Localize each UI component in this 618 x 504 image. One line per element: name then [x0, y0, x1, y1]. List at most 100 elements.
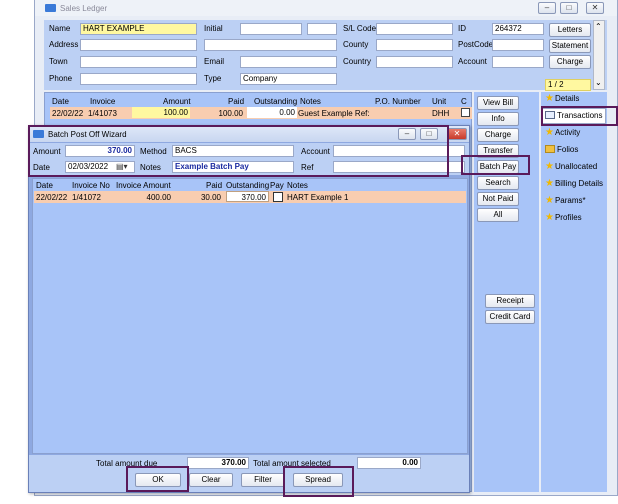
credit-card-button[interactable]: Credit Card: [485, 310, 535, 324]
postcode-field[interactable]: [492, 39, 544, 51]
wiz-col-notes: Notes: [287, 181, 308, 190]
folder-icon: [545, 145, 555, 153]
ledger-title: Sales Ledger: [60, 4, 108, 13]
col-po-number: P.O. Number: [375, 97, 421, 106]
postcode-label: PostCode: [458, 40, 494, 49]
row-unit: DHH: [432, 109, 450, 118]
wiz-row-notes: HART Example 1: [287, 193, 349, 202]
col-outstanding: Outstanding: [254, 97, 298, 106]
wiz-col-invoice-no: Invoice No: [72, 181, 110, 190]
statement-button[interactable]: Statement: [549, 39, 591, 53]
type-label: Type: [204, 74, 222, 83]
wiz-row-date: 22/02/22: [36, 193, 68, 202]
name-label: Name: [49, 24, 71, 33]
highlight-transactions: [541, 106, 618, 126]
ledger-maximize-button[interactable]: □: [560, 2, 578, 14]
wizard-close-button[interactable]: ✕: [447, 128, 467, 140]
country-label: Country: [343, 57, 372, 66]
account-label: Account: [458, 57, 487, 66]
side-item-params[interactable]: ★Params*: [545, 194, 586, 208]
wiz-col-outstanding: Outstanding: [226, 181, 270, 190]
charge-top-button[interactable]: Charge: [549, 55, 591, 69]
address-field[interactable]: [80, 39, 197, 51]
scroll-down-icon[interactable]: ⌄: [595, 78, 602, 88]
star-icon: ★: [545, 195, 554, 206]
col-invoice: Invoice: [90, 97, 116, 106]
star-icon: ★: [545, 161, 554, 172]
row-invoice: 1/41073: [88, 109, 117, 118]
row-amount: 100.00: [132, 107, 190, 118]
star-icon: ★: [545, 212, 554, 223]
id-label: ID: [458, 24, 466, 33]
charge-button[interactable]: Charge: [477, 128, 519, 142]
star-icon: ★: [545, 178, 554, 189]
col-amount: Amount: [163, 97, 191, 106]
country-field[interactable]: [376, 56, 453, 68]
wiz-col-invoice-amount: Invoice Amount: [116, 181, 171, 190]
sl-code-label: S/L Code: [343, 24, 377, 33]
page-indicator: 1 / 2: [545, 79, 591, 91]
address-label: Address: [49, 40, 79, 49]
all-button[interactable]: All: [477, 208, 519, 222]
sl-code-field[interactable]: [376, 23, 453, 35]
col-c: C: [461, 97, 467, 106]
scroll-up-icon[interactable]: ⌃: [595, 22, 602, 32]
initial-field[interactable]: [240, 23, 302, 35]
side-item-billing-details[interactable]: ★Billing Details: [545, 177, 603, 191]
email-field[interactable]: [240, 56, 337, 68]
row-checkbox[interactable]: [461, 108, 470, 117]
address-field-2[interactable]: [204, 39, 337, 51]
ledger-app-icon: [45, 4, 56, 12]
view-bill-button[interactable]: View Bill: [477, 96, 519, 110]
town-field[interactable]: [80, 56, 197, 68]
title-field[interactable]: [307, 23, 337, 35]
highlight-ok: [126, 466, 189, 492]
side-item-profiles[interactable]: ★Profiles: [545, 211, 582, 225]
search-button[interactable]: Search: [477, 176, 519, 190]
ledger-titlebar: [35, 0, 617, 16]
letters-button[interactable]: Letters: [549, 23, 591, 37]
initial-label: Initial: [204, 24, 223, 33]
row-outstanding: 0.00: [247, 107, 297, 118]
star-icon: ★: [545, 93, 554, 104]
highlight-spread: [283, 466, 354, 497]
col-notes: Notes: [300, 97, 321, 106]
info-button[interactable]: Info: [477, 112, 519, 126]
clear-button[interactable]: Clear: [189, 473, 233, 487]
total-due-field: 370.00: [187, 457, 249, 469]
row-paid: 100.00: [218, 109, 243, 118]
highlight-batch-pay: [461, 155, 530, 175]
account-field[interactable]: [492, 56, 544, 68]
row-date: 22/02/22: [52, 109, 84, 118]
name-field[interactable]: HART EXAMPLE: [80, 23, 197, 35]
wiz-col-paid: Paid: [206, 181, 223, 190]
wiz-col-date: Date: [36, 181, 53, 190]
side-item-details[interactable]: ★Details: [545, 92, 579, 106]
row-notes: Guest Example Ref:: [298, 109, 370, 118]
total-selected-field: 0.00: [357, 457, 421, 469]
side-item-unallocated[interactable]: ★Unallocated: [545, 160, 597, 174]
col-date: Date: [52, 97, 69, 106]
town-label: Town: [49, 57, 68, 66]
receipt-button[interactable]: Receipt: [485, 294, 535, 308]
type-field[interactable]: Company: [240, 73, 337, 85]
not-paid-button[interactable]: Not Paid: [477, 192, 519, 206]
wiz-col-pay: Pay: [270, 181, 284, 190]
ledger-close-button[interactable]: ✕: [586, 2, 604, 14]
phone-label: Phone: [49, 74, 73, 83]
filter-button[interactable]: Filter: [241, 473, 285, 487]
star-icon: ★: [545, 127, 554, 138]
email-label: Email: [204, 57, 225, 66]
id-field[interactable]: 264372: [492, 23, 544, 35]
wiz-row-pay-checkbox[interactable]: [273, 192, 283, 202]
wiz-row-paid: 30.00: [200, 193, 221, 202]
side-item-folios[interactable]: Folios: [545, 143, 578, 157]
phone-field[interactable]: [80, 73, 197, 85]
side-item-activity[interactable]: ★Activity: [545, 126, 580, 140]
wiz-row-amount: 400.00: [146, 193, 171, 202]
ledger-minimize-button[interactable]: –: [538, 2, 556, 14]
wiz-row-invoice: 1/41072: [72, 193, 101, 202]
col-unit: Unit: [432, 97, 447, 106]
wiz-row-outstanding: 370.00: [226, 191, 269, 202]
county-field[interactable]: [376, 39, 453, 51]
